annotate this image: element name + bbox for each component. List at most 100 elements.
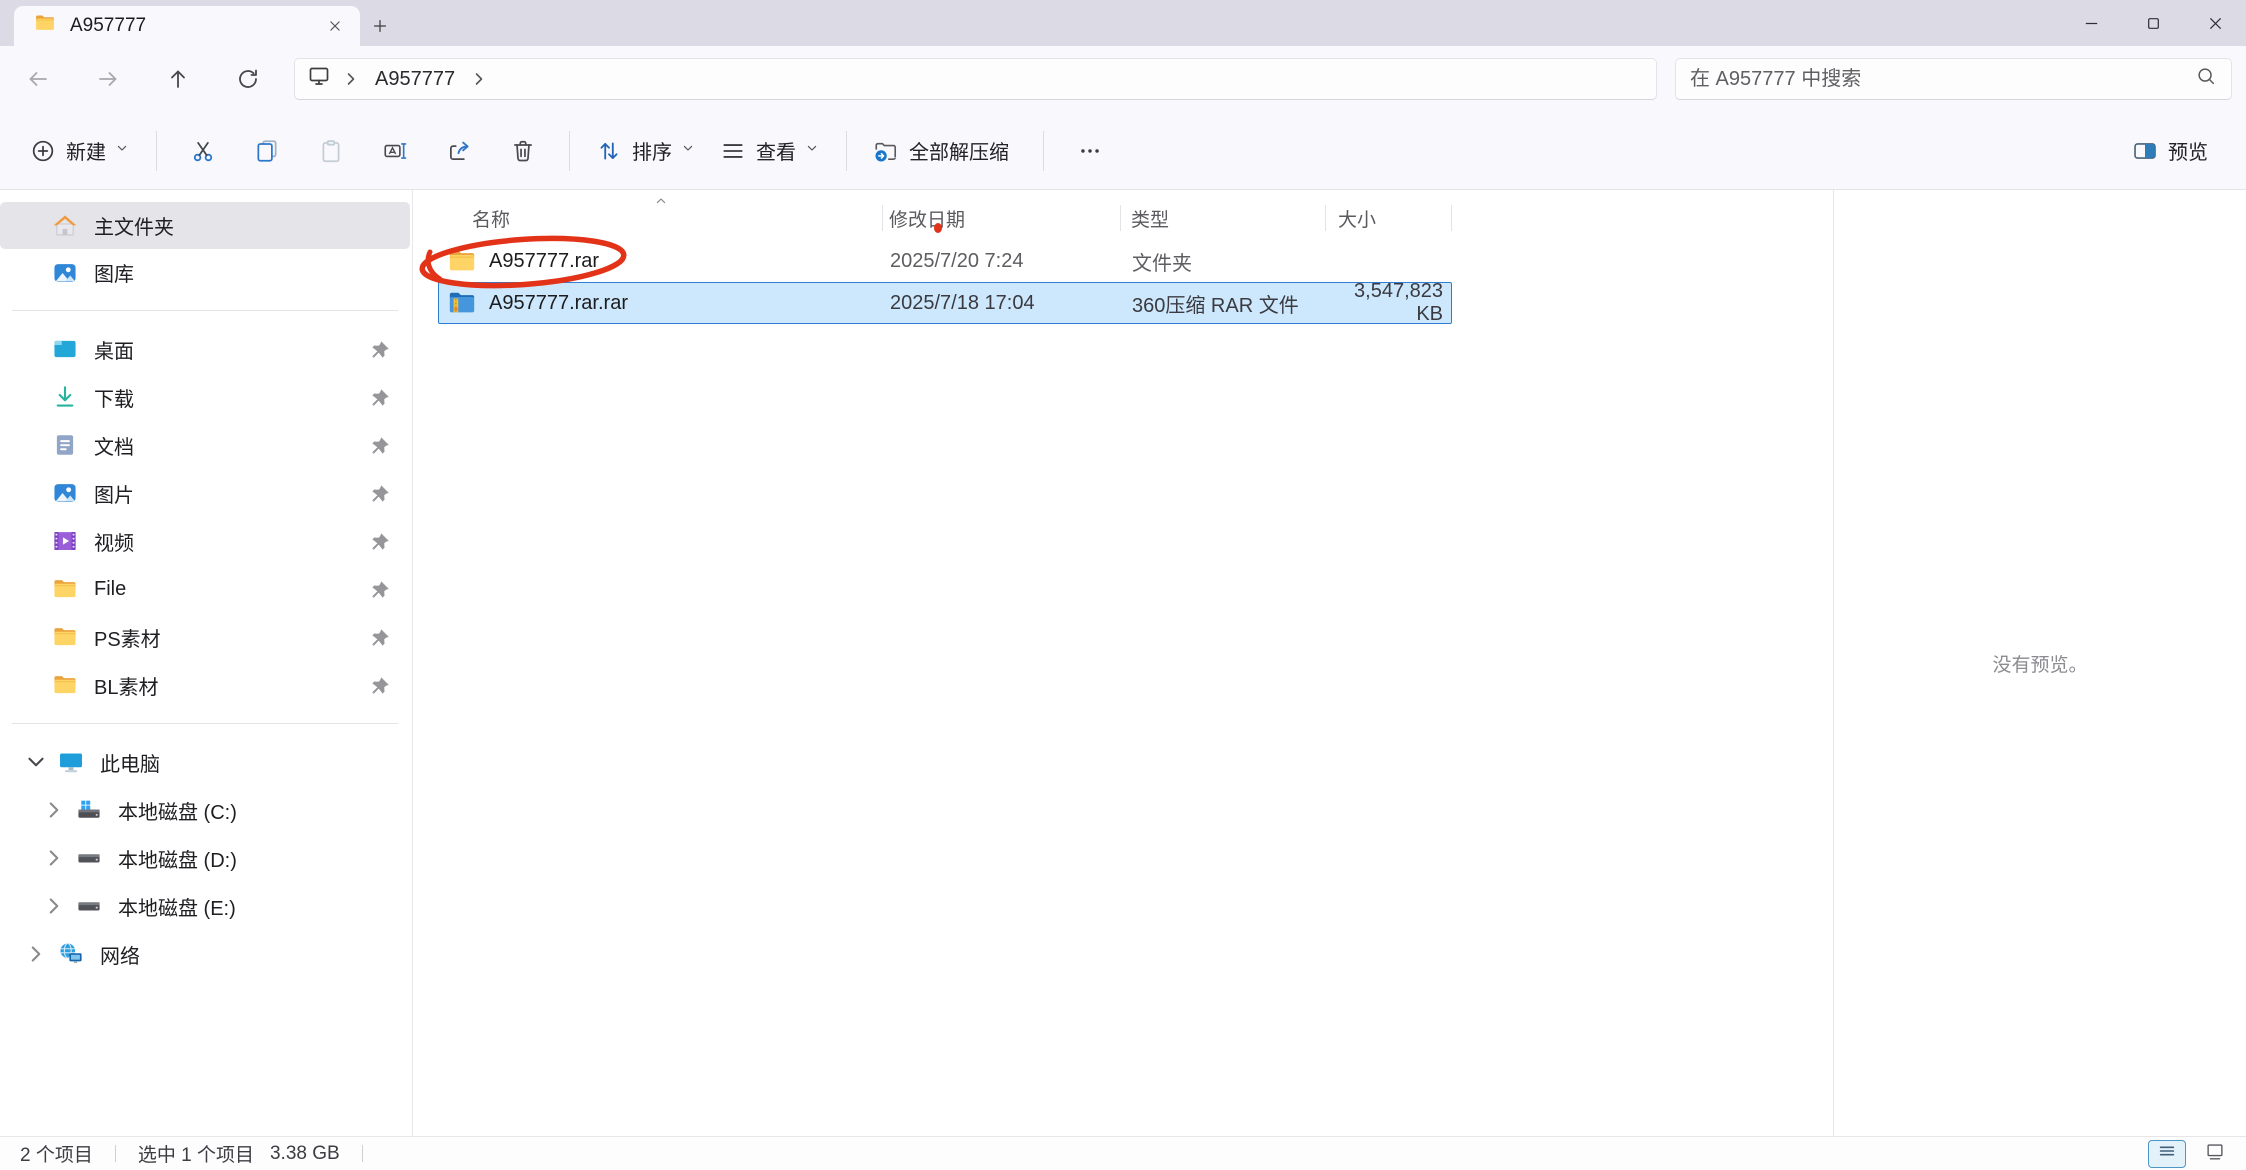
breadcrumb-segment[interactable]: A957777 [371,68,459,91]
this-pc-icon [307,64,331,94]
preview-toggle-button[interactable]: 预览 [2120,125,2228,177]
pin-icon [366,386,394,412]
details-view-icon [2156,1140,2178,1168]
extract-all-button[interactable]: 全部解压缩 [861,125,1029,177]
minimize-button[interactable] [2060,0,2122,46]
maximize-button[interactable] [2122,0,2184,46]
close-tab-icon[interactable] [320,11,350,41]
thumbnail-view-icon [2204,1140,2226,1168]
delete-icon [510,138,536,164]
new-button[interactable]: 新建 [18,125,142,177]
paste-icon [318,138,344,164]
preview-button-label: 预览 [2168,136,2208,165]
tree-item-此电脑[interactable]: 此电脑 [0,738,410,786]
disk-icon [76,845,104,871]
sidebar-item-BL素材[interactable]: BL素材 [0,661,410,709]
document-icon [52,432,80,458]
chevron-right-icon[interactable] [40,797,68,823]
sidebar-item-图片[interactable]: 图片 [0,469,410,517]
address-bar[interactable]: A957777 [294,58,1657,100]
sort-button-label: 排序 [632,136,672,165]
tree-item-本地磁盘 (E:)[interactable]: 本地磁盘 (E:) [0,882,410,930]
chevron-right-icon[interactable] [22,941,50,967]
sort-button[interactable]: 排序 [584,125,708,177]
sort-icon [596,138,622,164]
rename-icon [382,138,408,164]
tree-item-label: 此电脑 [100,748,160,777]
share-button[interactable] [427,125,491,177]
main-area: 主文件夹图库 桌面下载文档图片视频FilePS素材BL素材 此电脑本地磁盘 (C… [0,190,2246,1136]
sidebar-item-File[interactable]: File [0,565,410,613]
back-button[interactable] [14,57,62,101]
disk-windows-icon [76,797,104,823]
view-toggles [2148,1140,2234,1168]
window-controls [2060,0,2246,46]
toolbar-divider [569,131,570,171]
thumbnail-view-button[interactable] [2196,1140,2234,1168]
column-header-大小[interactable]: 大小 [1326,196,1452,240]
search-input[interactable] [1690,68,2195,91]
tab-title: A957777 [70,15,320,37]
toolbar-divider [156,131,157,171]
file-name: A957777.rar [489,250,599,273]
sidebar-item-桌面[interactable]: 桌面 [0,325,410,373]
refresh-button[interactable] [224,57,272,101]
sidebar-item-label: 桌面 [94,335,134,364]
sidebar-item-图库[interactable]: 图库 [0,249,410,296]
file-size: 3,547,823 KB [1327,280,1453,326]
toolbar-divider [1043,131,1044,171]
chevron-right-icon[interactable] [40,845,68,871]
tab-bar: A957777 [0,0,2246,46]
sort-ascending-icon [438,193,883,209]
file-type: 360压缩 RAR 文件 [1122,289,1327,318]
more-options-button[interactable] [1058,125,1122,177]
table-row[interactable]: A957777.rar.rar2025/7/18 17:04360压缩 RAR … [438,282,1452,324]
sidebar-item-label: 文档 [94,431,134,460]
column-header-修改日期[interactable]: 修改日期 [883,196,1121,240]
table-row[interactable]: A957777.rar2025/7/20 7:24文件夹 [438,240,1452,282]
sidebar-item-文档[interactable]: 文档 [0,421,410,469]
pin-icon [366,338,394,364]
sidebar-divider [12,723,398,724]
sidebar-item-主文件夹[interactable]: 主文件夹 [0,202,410,249]
rar-icon [447,288,477,318]
gallery-icon [52,260,80,286]
file-name-cell: A957777.rar [439,246,884,276]
file-name: A957777.rar.rar [489,292,628,315]
tree-item-label: 本地磁盘 (D:) [118,844,237,873]
column-header-名称[interactable]: 名称 [438,196,883,240]
chevron-down-icon[interactable] [22,749,50,775]
sidebar-tree-section: 此电脑本地磁盘 (C:) 本地磁盘 (D:) 本地磁盘 (E:)网络 [0,738,412,978]
pictures-icon [52,480,80,506]
preview-pane: 没有预览。 [1833,190,2246,1136]
tab-a957777[interactable]: A957777 [14,6,360,46]
column-header-label: 类型 [1131,205,1169,232]
paste-button[interactable] [299,125,363,177]
file-type: 文件夹 [1122,247,1327,276]
sidebar-item-下载[interactable]: 下载 [0,373,410,421]
sidebar-item-PS素材[interactable]: PS素材 [0,613,410,661]
tree-item-本地磁盘 (D:)[interactable]: 本地磁盘 (D:) [0,834,410,882]
details-view-button[interactable] [2148,1140,2186,1168]
up-button[interactable] [154,57,202,101]
new-tab-button[interactable] [360,6,400,46]
new-button-label: 新建 [66,136,106,165]
home-icon [52,213,80,239]
tree-item-本地磁盘 (C:)[interactable]: 本地磁盘 (C:) [0,786,410,834]
pin-icon [366,626,394,652]
view-button[interactable]: 查看 [708,125,832,177]
copy-button[interactable] [235,125,299,177]
rename-button[interactable] [363,125,427,177]
sidebar-item-视频[interactable]: 视频 [0,517,410,565]
delete-button[interactable] [491,125,555,177]
chevron-right-icon[interactable] [40,893,68,919]
chevron-right-icon [469,69,489,89]
close-button[interactable] [2184,0,2246,46]
forward-button[interactable] [84,57,132,101]
column-header-类型[interactable]: 类型 [1121,196,1326,240]
statusbar-divider [115,1145,116,1162]
status-bar: 2 个项目 选中 1 个项目 3.38 GB [0,1136,2246,1170]
share-icon [446,138,472,164]
cut-button[interactable] [171,125,235,177]
tree-item-网络[interactable]: 网络 [0,930,410,978]
